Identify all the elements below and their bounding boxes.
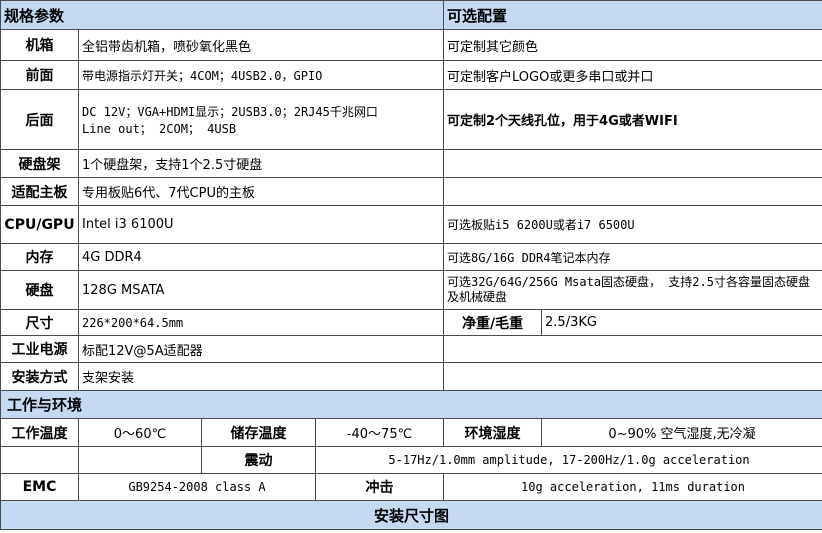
shock-label: 冲击 — [314, 473, 445, 501]
empty-cell — [78, 446, 202, 474]
section-row: 工作与环境 — [0, 390, 822, 419]
row-value: 4G DDR4 — [77, 243, 445, 271]
row-option — [443, 335, 822, 363]
row-option — [443, 177, 822, 206]
row-value: 标配12V@5A适配器 — [77, 335, 445, 363]
table-row: 硬盘 128G MSATA 可选32G/64G/256G Msata固态硬盘， … — [0, 270, 822, 310]
humidity-value: 0~90% 空气湿度,无冷凝 — [541, 418, 822, 447]
weight-label: 净重/毛重 — [443, 309, 543, 336]
work-temp-label: 工作温度 — [0, 418, 79, 447]
row-label: 尺寸 — [0, 309, 79, 336]
rear-value-line2: Line out； 2COM； 4USB — [82, 121, 237, 136]
vibration-label: 震动 — [201, 446, 316, 474]
row-label: 安装方式 — [0, 362, 79, 391]
spec-table: 规格参数 可选配置 机箱 全铝带齿机箱，喷砂氧化黑色 可定制其它颜色 前面 带电… — [0, 0, 822, 530]
row-value: Intel i3 6100U — [77, 205, 445, 244]
header-row: 规格参数 可选配置 — [0, 0, 822, 30]
table-row: 安装方式 支架安装 — [0, 362, 822, 391]
row-label: 后面 — [0, 89, 79, 150]
row-value: 全铝带齿机箱，喷砂氧化黑色 — [77, 29, 445, 61]
row-option: 可定制客户LOGO或更多串口或并口 — [443, 60, 822, 90]
table-row: 尺寸 226*200*64.5mm 净重/毛重 2.5/3KG — [0, 309, 822, 336]
table-row: 后面 DC 12V；VGA+HDMI显示；2USB3.0；2RJ45千兆网口 L… — [0, 89, 822, 150]
row-label: 硬盘 — [0, 270, 79, 310]
row-value: 支架安装 — [77, 362, 445, 391]
row-value: 专用板贴6代、7代CPU的主板 — [77, 177, 445, 206]
row-value: 226*200*64.5mm — [77, 309, 445, 336]
row-option: 可选8G/16G DDR4笔记本内存 — [443, 243, 822, 271]
storage-temp-label: 储存温度 — [201, 418, 316, 447]
row-option — [443, 149, 822, 178]
row-option — [443, 362, 822, 391]
table-row: EMC GB9254-2008 class A 冲击 10g accelerat… — [0, 473, 822, 501]
row-label: 前面 — [0, 60, 79, 90]
table-row: 前面 带电源指示灯开关；4COM；4USB2.0，GPIO 可定制客户LOGO或… — [0, 60, 822, 90]
footer-title: 安装尺寸图 — [0, 500, 822, 530]
emc-label: EMC — [0, 473, 79, 501]
storage-temp-value: -40～75℃ — [314, 418, 445, 447]
row-label: 硬盘架 — [0, 149, 79, 178]
table-row: 适配主板 专用板贴6代、7代CPU的主板 — [0, 177, 822, 206]
row-option: 可定制其它颜色 — [443, 29, 822, 61]
row-option: 可选板贴i5 6200U或者i7 6500U — [443, 205, 822, 244]
rear-value-line1: DC 12V；VGA+HDMI显示；2USB3.0；2RJ45千兆网口 — [82, 104, 378, 119]
spec-header: 规格参数 — [0, 0, 445, 30]
table-row: 硬盘架 1个硬盘架，支持1个2.5寸硬盘 — [0, 149, 822, 178]
table-row: 工作温度 0～60℃ 储存温度 -40～75℃ 环境湿度 0~90% 空气湿度,… — [0, 418, 822, 447]
row-label: 工业电源 — [0, 335, 79, 363]
work-temp-value: 0～60℃ — [78, 418, 202, 447]
row-value: 128G MSATA — [77, 270, 445, 310]
row-value: 1个硬盘架，支持1个2.5寸硬盘 — [77, 149, 445, 178]
weight-value: 2.5/3KG — [541, 309, 822, 336]
row-option: 可选32G/64G/256G Msata固态硬盘， 支持2.5寸各容量固态硬盘及… — [443, 270, 822, 310]
table-row: 机箱 全铝带齿机箱，喷砂氧化黑色 可定制其它颜色 — [0, 29, 822, 61]
table-row: 工业电源 标配12V@5A适配器 — [0, 335, 822, 363]
emc-value: GB9254-2008 class A — [78, 473, 316, 501]
row-label: CPU/GPU — [0, 205, 79, 244]
shock-value: 10g acceleration, 11ms duration — [443, 473, 822, 501]
row-label: 机箱 — [0, 29, 79, 61]
table-row: 内存 4G DDR4 可选8G/16G DDR4笔记本内存 — [0, 243, 822, 271]
table-row: CPU/GPU Intel i3 6100U 可选板贴i5 6200U或者i7 … — [0, 205, 822, 244]
humidity-label: 环境湿度 — [443, 418, 543, 447]
row-label: 内存 — [0, 243, 79, 271]
row-value: 带电源指示灯开关；4COM；4USB2.0，GPIO — [77, 60, 445, 90]
environment-title: 工作与环境 — [0, 390, 822, 419]
row-label: 适配主板 — [0, 177, 79, 206]
vibration-value: 5-17Hz/1.0mm amplitude, 17-200Hz/1.0g ac… — [314, 446, 822, 474]
table-row: 震动 5-17Hz/1.0mm amplitude, 17-200Hz/1.0g… — [0, 446, 822, 474]
empty-cell — [0, 446, 79, 474]
row-option: 可定制2个天线孔位，用于4G或者WIFI — [443, 89, 822, 150]
footer-row: 安装尺寸图 — [0, 500, 822, 530]
row-value: DC 12V；VGA+HDMI显示；2USB3.0；2RJ45千兆网口 Line… — [77, 89, 445, 150]
optional-header: 可选配置 — [443, 0, 822, 30]
